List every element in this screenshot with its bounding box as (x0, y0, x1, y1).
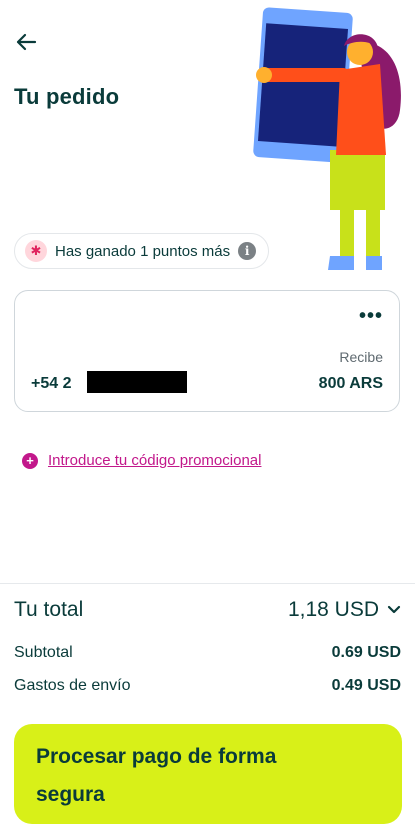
points-earned-text: Has ganado 1 puntos más (55, 242, 231, 260)
receive-label: Recibe (339, 349, 383, 365)
back-button[interactable] (12, 28, 40, 56)
arrow-left-icon (16, 33, 37, 51)
divider (0, 583, 415, 584)
subtotal-label: Subtotal (14, 644, 73, 661)
star-badge-icon: ✱ (25, 240, 47, 262)
shipping-label: Gastos de envío (14, 677, 131, 694)
secure-payment-button-label: Procesar pago de forma segura (36, 745, 277, 806)
total-toggle[interactable]: 1,18 USD (288, 598, 401, 622)
person-holding-phone-illustration (253, 7, 401, 270)
total-label: Tu total (14, 598, 84, 621)
redacted-phone-block (87, 371, 187, 393)
subtotal-value: 0.69 USD (331, 644, 401, 661)
chevron-down-icon (387, 605, 401, 614)
promo-code-link-text[interactable]: Introduce tu código promocional (48, 452, 261, 469)
recipient-phone: +54 2 (31, 375, 72, 392)
receive-amount: 800 ARS (318, 375, 383, 392)
shipping-value: 0.49 USD (331, 677, 401, 694)
plus-circle-icon: + (22, 452, 38, 469)
secure-payment-button[interactable]: Procesar pago de forma segura (14, 724, 402, 824)
info-icon[interactable]: i (238, 242, 257, 260)
page-title: Tu pedido (14, 84, 120, 109)
order-summary-card: ••• Recibe +54 2 800 ARS (14, 290, 400, 412)
points-earned-badge: ✱ Has ganado 1 puntos más i (14, 233, 270, 269)
promo-code-link[interactable]: + Introduce tu código promocional (22, 452, 261, 469)
more-options-icon[interactable]: ••• (359, 305, 383, 328)
total-value: 1,18 USD (287, 598, 379, 621)
